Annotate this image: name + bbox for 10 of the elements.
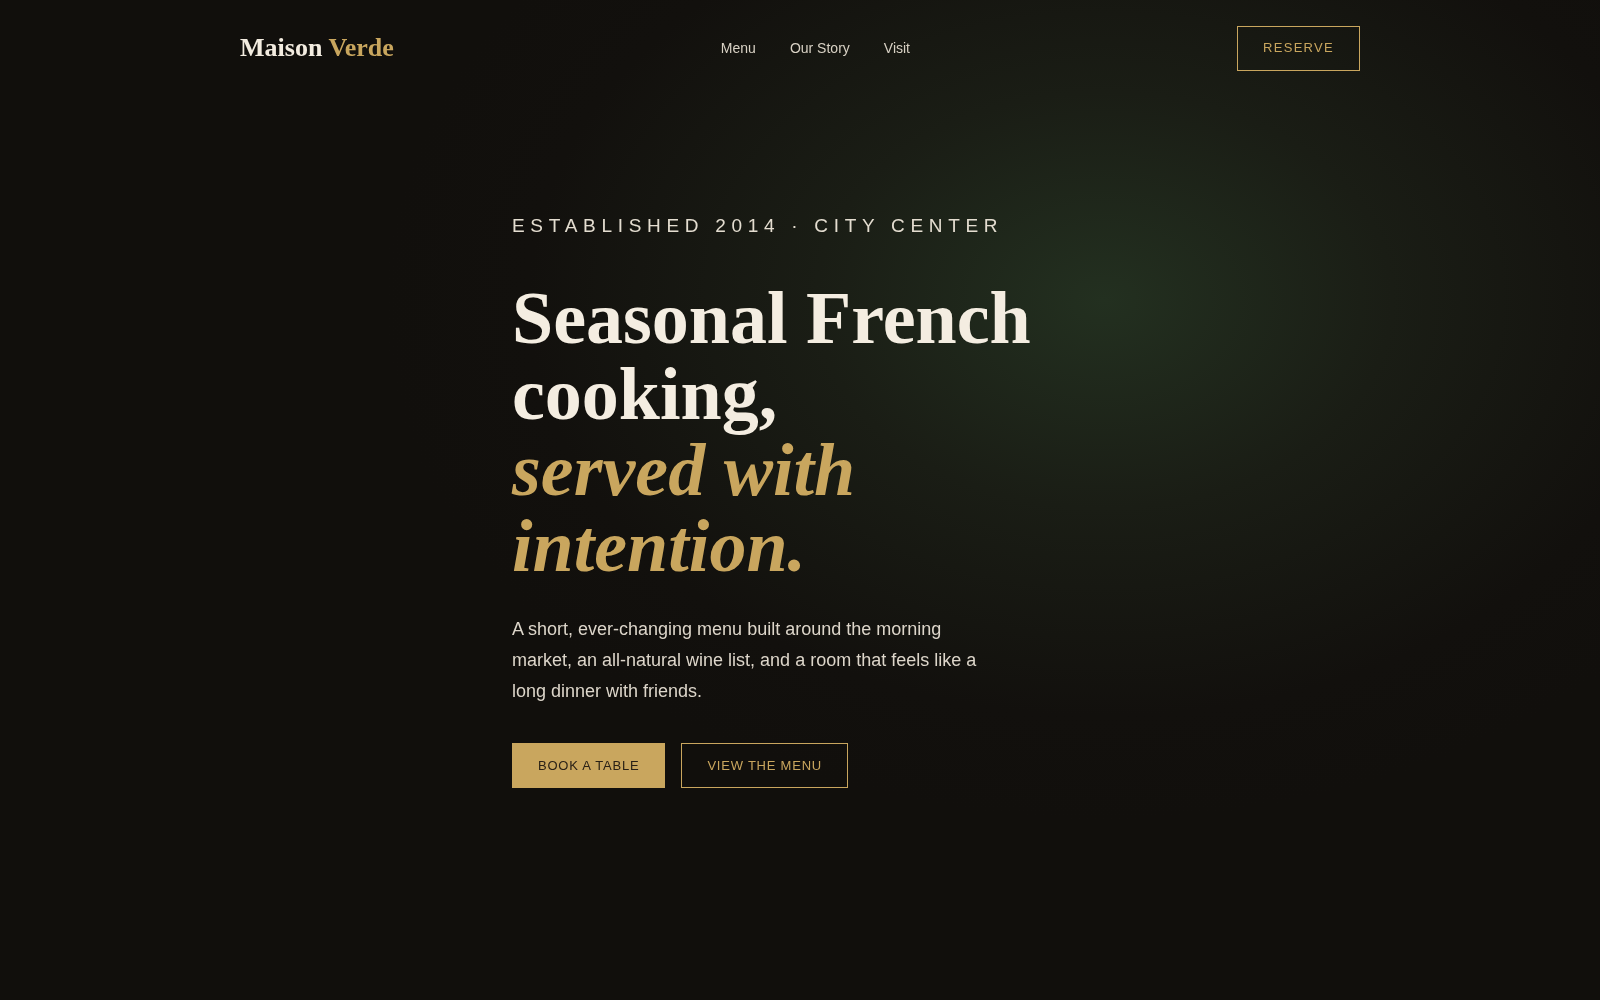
hero-headline: Seasonal French cooking, served with intention. (512, 280, 1032, 584)
nav-link[interactable]: Our Story (789, 37, 850, 59)
nav-link[interactable]: Visit (883, 37, 910, 59)
eyebrow-text: ESTABLISHED 2014 · CITY CENTER (512, 214, 1005, 238)
nav-link[interactable]: Menu (720, 37, 756, 59)
hero-description: A short, ever-changing menu built around the morning market, an all-natural wine list, and a room that feels like a long dinner with friends. (512, 618, 978, 703)
logo[interactable]: Maison Verde (240, 35, 394, 61)
book-table-button[interactable]: BOOK A TABLE (512, 743, 666, 788)
reserve-button[interactable]: RESERVE (1237, 25, 1360, 71)
view-menu-button[interactable]: VIEW THE MENU (681, 743, 848, 788)
